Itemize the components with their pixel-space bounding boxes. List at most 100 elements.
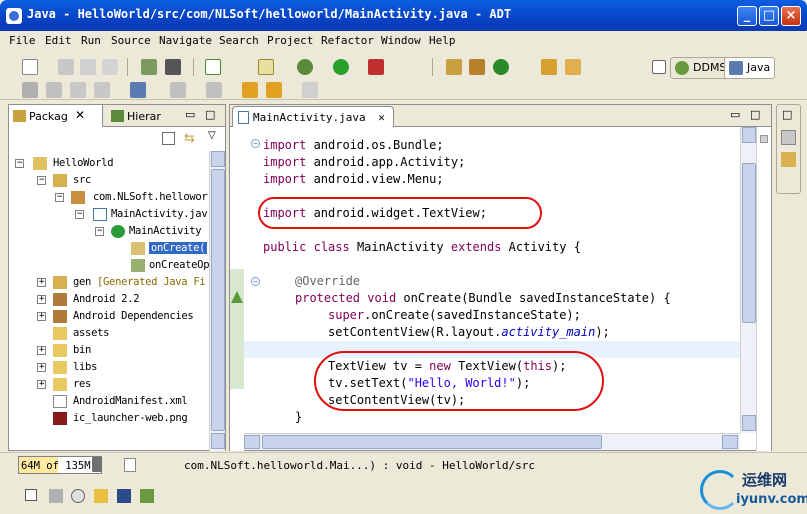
open-task-icon[interactable] — [541, 59, 557, 75]
sdk-manager-icon[interactable] — [141, 59, 157, 75]
tree-item-androidmanifest[interactable]: AndroidManifest.xml — [9, 394, 209, 411]
collapse-icon[interactable]: − — [55, 193, 64, 202]
restore-icon[interactable]: □ — [782, 108, 792, 121]
print-icon[interactable] — [102, 59, 118, 75]
save-icon[interactable] — [58, 59, 74, 75]
heap-status[interactable]: 64M of 135M — [18, 456, 102, 474]
scroll-left-button[interactable] — [244, 435, 260, 449]
tree-item-src[interactable]: − src — [9, 173, 209, 190]
pin-editor-icon[interactable] — [130, 82, 146, 98]
tree-item-assets[interactable]: assets — [9, 326, 209, 343]
lint-check-icon[interactable] — [205, 59, 221, 75]
expand-icon[interactable]: + — [37, 346, 46, 355]
debug-icon[interactable] — [297, 59, 313, 75]
minimize-editor-icon[interactable]: ▭ — [730, 108, 740, 121]
collapse-icon[interactable]: − — [95, 227, 104, 236]
tree-scrollbar[interactable] — [209, 151, 225, 451]
open-perspective-button[interactable] — [648, 57, 670, 79]
search-icon[interactable] — [565, 59, 581, 75]
menu-refactor[interactable]: Refactor — [321, 34, 374, 47]
fold-icon[interactable]: − — [251, 277, 260, 286]
javadoc-view-icon[interactable] — [71, 489, 85, 503]
scroll-down-button[interactable] — [742, 415, 756, 431]
code-area[interactable]: − − import android.os.Bundle; import and… — [244, 127, 740, 433]
menu-navigate[interactable]: Navigate — [159, 34, 212, 47]
logcat-view-icon[interactable] — [140, 489, 154, 503]
problems-view-icon[interactable] — [49, 489, 63, 503]
collapse-icon[interactable]: − — [37, 176, 46, 185]
scroll-down-button[interactable] — [211, 433, 225, 449]
fold-icon[interactable]: − — [251, 139, 260, 148]
expand-icon[interactable]: + — [37, 278, 46, 287]
expand-icon[interactable]: + — [37, 380, 46, 389]
scroll-up-button[interactable] — [742, 127, 756, 143]
tree-item-android-2-2[interactable]: + Android 2.2 — [9, 292, 209, 309]
close-icon[interactable]: ✕ — [378, 111, 385, 124]
tree-item-helloworld[interactable]: − HelloWorld — [9, 156, 209, 173]
tree-item-mainactivity-class[interactable]: − MainActivity — [9, 224, 209, 241]
scroll-right-button[interactable] — [722, 435, 738, 449]
menu-help[interactable]: Help — [429, 34, 456, 47]
run-icon[interactable] — [333, 59, 349, 75]
minimize-view-icon[interactable]: ▭ — [185, 108, 195, 121]
perspective-java[interactable]: Java — [724, 57, 776, 79]
previous-annotation-icon[interactable] — [206, 82, 222, 98]
close-icon[interactable]: ✕ — [75, 108, 85, 122]
new-package-icon[interactable] — [469, 59, 485, 75]
perspective-ddms[interactable]: DDMS — [670, 57, 732, 79]
expand-icon[interactable]: + — [37, 363, 46, 372]
overview-marker[interactable] — [760, 135, 768, 143]
save-all-icon[interactable] — [80, 59, 96, 75]
editor-vertical-scrollbar[interactable] — [740, 127, 756, 433]
tree-item-ic-launcher[interactable]: ic_launcher-web.png — [9, 411, 209, 428]
declaration-view-icon[interactable] — [94, 489, 108, 503]
outline-view-icon[interactable] — [781, 130, 796, 145]
task-list-icon[interactable] — [781, 152, 796, 167]
external-tools-icon[interactable] — [368, 59, 384, 75]
scrollbar-thumb[interactable] — [262, 435, 602, 449]
avd-manager-icon[interactable] — [165, 59, 181, 75]
menu-source[interactable]: Source — [111, 34, 151, 47]
new-icon[interactable] — [22, 59, 38, 75]
new-class-icon[interactable] — [493, 59, 509, 75]
menu-window[interactable]: Window — [381, 34, 421, 47]
menu-file[interactable]: File — [9, 34, 36, 47]
tree-item-oncreateoptionsmenu[interactable]: onCreateOp — [9, 258, 209, 275]
forward-icon[interactable] — [302, 82, 318, 98]
tree-item-libs[interactable]: + libs — [9, 360, 209, 377]
expand-icon[interactable]: + — [37, 295, 46, 304]
scrollbar-thumb[interactable] — [742, 163, 756, 323]
menu-run[interactable]: Run — [81, 34, 101, 47]
menu-search[interactable]: Search — [219, 34, 259, 47]
maximize-editor-icon[interactable]: □ — [750, 108, 760, 121]
tree-item-android-dependencies[interactable]: + Android Dependencies — [9, 309, 209, 326]
menu-project[interactable]: Project — [267, 34, 313, 47]
tree-item-bin[interactable]: + bin — [9, 343, 209, 360]
collapse-icon[interactable]: − — [75, 210, 84, 219]
new-android-project-icon[interactable] — [258, 59, 274, 75]
mark-occurrences-icon[interactable] — [46, 82, 62, 98]
editor-horizontal-scrollbar[interactable] — [244, 433, 740, 450]
tab-hierarchy[interactable]: Hierar — [107, 105, 177, 127]
tab-mainactivity-java[interactable]: MainActivity.java ✕ — [232, 106, 394, 127]
block-selection-icon[interactable] — [70, 82, 86, 98]
console-view-icon[interactable] — [117, 489, 131, 503]
tab-package-explorer[interactable]: Packag ✕ — [9, 105, 103, 127]
tree-item-oncreate[interactable]: onCreate( — [9, 241, 209, 258]
minimize-button[interactable]: _ — [737, 6, 757, 26]
collapse-all-icon[interactable] — [162, 132, 175, 145]
toggle-breadcrumb-icon[interactable] — [22, 82, 38, 98]
tree-item-mainactivity-java[interactable]: − MainActivity.jav — [9, 207, 209, 224]
expand-icon[interactable]: + — [37, 312, 46, 321]
garbage-collect-icon[interactable] — [92, 457, 102, 472]
open-type-icon[interactable] — [446, 59, 462, 75]
collapse-icon[interactable]: − — [15, 159, 24, 168]
close-button[interactable]: × — [781, 6, 801, 26]
last-edit-icon[interactable] — [242, 82, 258, 98]
next-annotation-icon[interactable] — [170, 82, 186, 98]
scroll-up-button[interactable] — [211, 151, 225, 167]
back-icon[interactable] — [266, 82, 282, 98]
tree-item-package[interactable]: − com.NLSoft.hellowor — [9, 190, 209, 207]
menu-edit[interactable]: Edit — [45, 34, 72, 47]
view-menu-icon[interactable]: ▽ — [208, 130, 216, 141]
